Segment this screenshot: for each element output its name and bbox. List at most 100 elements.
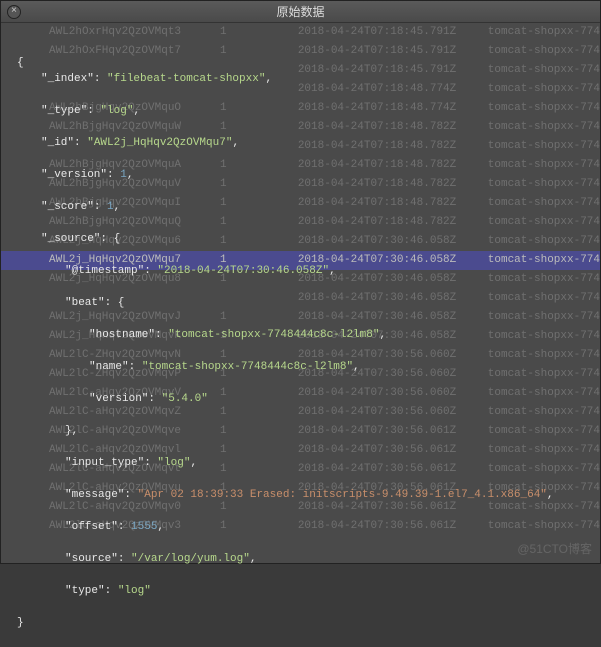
table-cell: 2018-04-24T07:18:48.782Z [298,118,488,137]
table-cell: 2018-04-24T07:18:48.782Z [298,175,488,194]
table-row[interactable]: AWL2lC-ZHqv2QzOVMqvN12018-04-24T07:30:56… [1,346,600,365]
table-cell [220,289,298,308]
table-cell: AWL2j_HqHqv2QzOVMqu8 [49,270,220,289]
table-cell: 1 [220,270,298,289]
table-cell: tomcat-shopxx-774 [488,460,600,479]
table-row[interactable]: AWL2hOxrHqv2QzOVMqt312018-04-24T07:18:45… [1,23,600,42]
table-cell: 2018-04-24T07:18:45.791Z [298,42,488,61]
table-row[interactable]: AWL2lC-aHqv2QzOVMqve12018-04-24T07:30:56… [1,422,600,441]
table-row[interactable]: AWL2hBjgHqv2QzOVMquV12018-04-24T07:18:48… [1,175,600,194]
table-cell: AWL2hBjgHqv2QzOVMquI [49,194,220,213]
table-cell: tomcat-shopxx-774 [488,289,600,308]
table-row[interactable]: AWL2hBjgHqv2QzOVMquO12018-04-24T07:18:48… [1,99,600,118]
table-cell [49,80,220,99]
table-cell [49,61,220,80]
table-cell: 1 [220,232,298,251]
table-cell: 1 [220,327,298,346]
table-row[interactable]: 2018-04-24T07:18:45.791Ztomcat-shopxx-77… [1,61,600,80]
watermark: @51CTO博客 [517,540,592,557]
json-value: "log" [118,585,151,597]
table-cell: 1 [220,118,298,137]
table-row[interactable]: AWL2lC-aHqv2QzOVMqvZ12018-04-24T07:30:56… [1,403,600,422]
table-cell: 2018-04-24T07:30:46.058Z [298,308,488,327]
table-cell: 1 [220,213,298,232]
table-cell: AWL2hOxFHqv2QzOVMqt7 [49,42,220,61]
table-cell: 2018-04-24T07:18:45.791Z [298,23,488,42]
table-cell: tomcat-shopxx-774 [488,99,600,118]
table-cell: 1 [220,384,298,403]
table-row[interactable]: 2018-04-24T07:18:48.774Ztomcat-shopxx-77… [1,80,600,99]
table-cell: tomcat-shopxx-774 [488,308,600,327]
table-cell: AWL2lC-aHqv2QzOVMqvl [49,441,220,460]
table-row[interactable]: AWL2j_HqHqv2QzOVMqu612018-04-24T07:30:46… [1,232,600,251]
table-cell: tomcat-shopxx-774 [488,80,600,99]
table-cell: AWL2j_HqHqv2QzOVMqu6 [49,232,220,251]
table-cell: 2018-04-24T07:18:48.774Z [298,80,488,99]
table-row[interactable]: AWL2lC-aHqv2QzOVMqvV12018-04-24T07:30:56… [1,384,600,403]
table-cell: 1 [220,42,298,61]
table-cell: 2018-04-24T07:30:46.058Z [298,327,488,346]
table-cell: 2018-04-24T07:18:48.782Z [298,213,488,232]
table-cell: 2018-04-24T07:30:56.060Z [298,346,488,365]
table-cell: 2018-04-24T07:30:56.061Z [298,517,488,536]
table-cell: 1 [220,517,298,536]
table-cell: AWL2j_HqHqv2QzOVMqu7 [49,251,220,270]
table-cell: tomcat-shopxx-774 [488,346,600,365]
table-cell: 1 [220,175,298,194]
raw-data-modal: × 原始数据 AWL2hOxrHqv2QzOVMqt312018-04-24T0… [0,0,601,564]
table-cell: tomcat-shopxx-774 [488,498,600,517]
modal-title: 原始数据 [1,3,600,20]
table-cell: 1 [220,403,298,422]
background-table: AWL2hOxrHqv2QzOVMqt312018-04-24T07:18:45… [1,23,600,563]
table-cell [220,137,298,156]
table-cell: 2018-04-24T07:30:46.058Z [298,232,488,251]
table-cell: tomcat-shopxx-774 [488,42,600,61]
table-row[interactable]: AWL2j_HqHqv2QzOVMqvJ12018-04-24T07:30:46… [1,308,600,327]
table-cell [49,289,220,308]
table-row[interactable]: AWL2j_HqHqv2QzOVMqvK12018-04-24T07:30:46… [1,327,600,346]
titlebar: × 原始数据 [1,1,600,23]
table-cell: AWL2lC-aHqv2QzOVMqvZ [49,403,220,422]
table-cell: 2018-04-24T07:30:46.058Z [298,270,488,289]
table-cell [49,137,220,156]
table-cell: AWL2hBjgHqv2QzOVMquO [49,99,220,118]
table-row[interactable]: AWL2hBjgHqv2QzOVMquI12018-04-24T07:18:48… [1,194,600,213]
json-key: "type" [65,585,105,597]
table-cell: tomcat-shopxx-774 [488,403,600,422]
table-row[interactable]: 2018-04-24T07:30:46.058Ztomcat-shopxx-77… [1,289,600,308]
close-icon[interactable]: × [7,5,21,19]
table-cell: 2018-04-24T07:30:56.061Z [298,422,488,441]
table-cell: AWL2hBjgHqv2QzOVMquA [49,156,220,175]
table-row[interactable]: AWL2lC-aHqv2QzOVMqv012018-04-24T07:30:56… [1,498,600,517]
table-row[interactable] [1,536,600,555]
table-row[interactable]: AWL2hBjgHqv2QzOVMquQ12018-04-24T07:18:48… [1,213,600,232]
table-row[interactable]: AWL2hBjgHqv2QzOVMquA12018-04-24T07:18:48… [1,156,600,175]
table-row[interactable]: AWL2lC-aHqv2QzOVMqv312018-04-24T07:30:56… [1,517,600,536]
table-cell: tomcat-shopxx-774 [488,61,600,80]
table-cell: 1 [220,23,298,42]
table-row[interactable]: AWL2lC-aHqv2QzOVMqvt12018-04-24T07:30:56… [1,460,600,479]
table-cell: 2018-04-24T07:18:48.774Z [298,99,488,118]
table-cell: 1 [220,498,298,517]
table-row[interactable]: AWL2j_HqHqv2QzOVMqu712018-04-24T07:30:46… [1,251,600,270]
table-cell: 1 [220,479,298,498]
table-row[interactable]: AWL2lC-aHqv2QzOVMqvu12018-04-24T07:30:56… [1,479,600,498]
table-row[interactable]: 2018-04-24T07:18:48.782Ztomcat-shopxx-77… [1,137,600,156]
table-row[interactable]: AWL2lC-ZHqv2QzOVMqvP12018-04-24T07:30:56… [1,365,600,384]
table-cell: 2018-04-24T07:30:46.058Z [298,251,488,270]
table-row[interactable]: AWL2lC-aHqv2QzOVMqvl12018-04-24T07:30:56… [1,441,600,460]
table-cell: 1 [220,422,298,441]
table-cell: tomcat-shopxx-774 [488,213,600,232]
table-row[interactable]: AWL2hBjgHqv2QzOVMquW12018-04-24T07:18:48… [1,118,600,137]
table-cell: 2018-04-24T07:30:56.061Z [298,460,488,479]
table-cell [220,61,298,80]
table-cell: AWL2lC-ZHqv2QzOVMqvP [49,365,220,384]
table-cell: 1 [220,99,298,118]
table-row[interactable]: AWL2j_HqHqv2QzOVMqu812018-04-24T07:30:46… [1,270,600,289]
table-cell: tomcat-shopxx-774 [488,23,600,42]
table-row[interactable]: AWL2hOxFHqv2QzOVMqt712018-04-24T07:18:45… [1,42,600,61]
table-cell: 2018-04-24T07:18:45.791Z [298,61,488,80]
table-cell: tomcat-shopxx-774 [488,137,600,156]
table-cell: tomcat-shopxx-774 [488,479,600,498]
table-cell: AWL2lC-aHqv2QzOVMqve [49,422,220,441]
